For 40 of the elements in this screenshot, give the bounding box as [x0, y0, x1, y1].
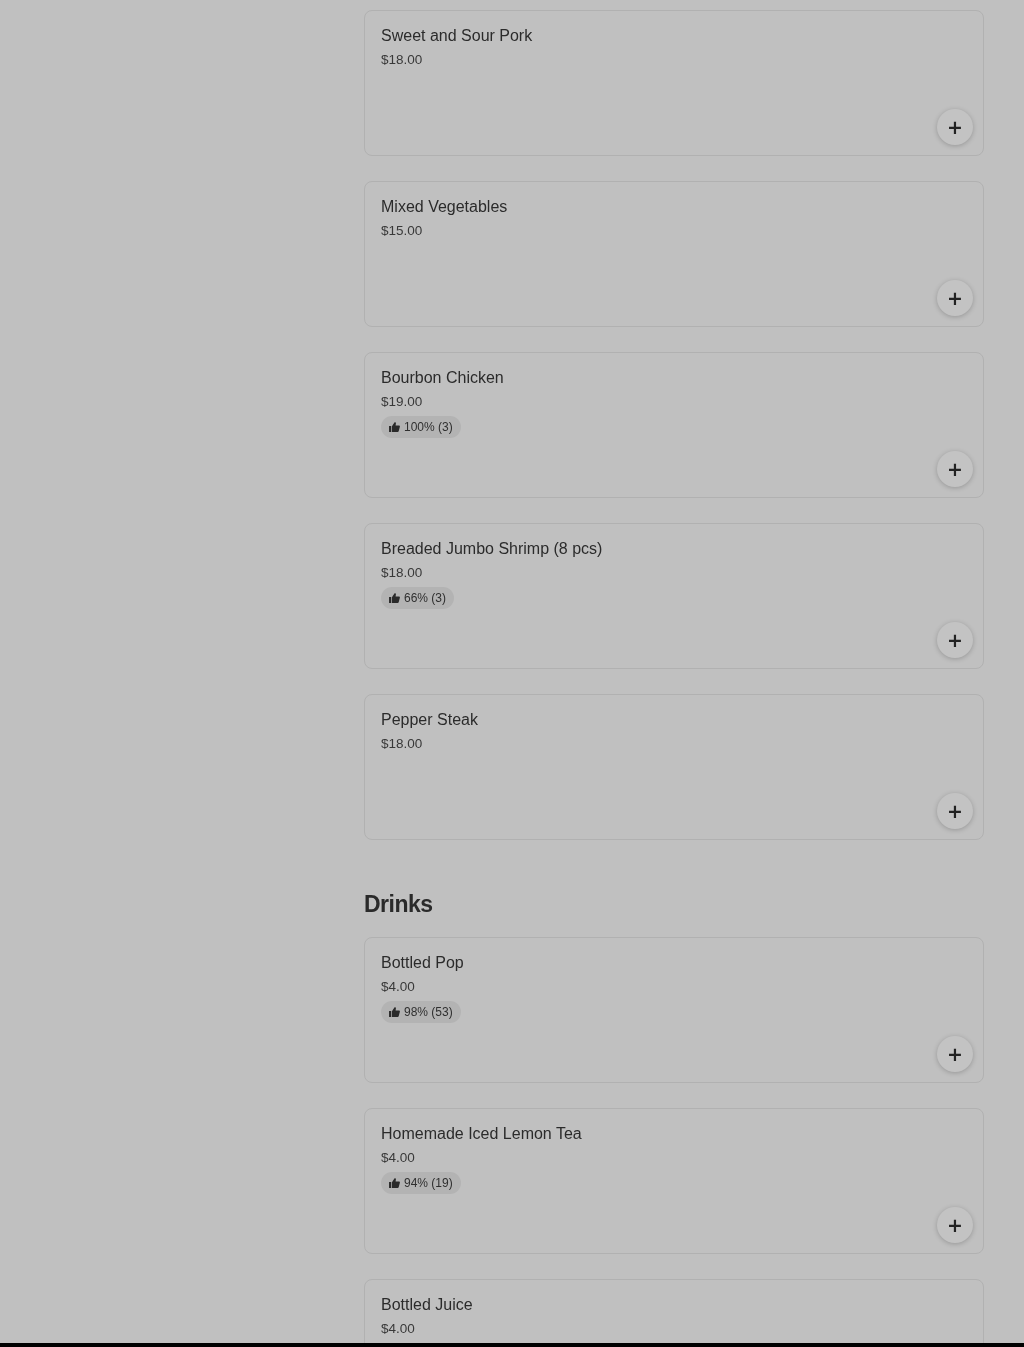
menu-item-card[interactable]: Sweet and Sour Pork $18.00 + [364, 10, 984, 156]
item-name: Homemade Iced Lemon Tea [381, 1124, 582, 1144]
item-price: $4.00 [381, 1320, 415, 1338]
item-name: Breaded Jumbo Shrimp (8 pcs) [381, 539, 603, 559]
menu-item-card[interactable]: Pepper Steak $18.00 + [364, 694, 984, 840]
thumbs-up-icon [389, 422, 400, 432]
item-name: Bourbon Chicken [381, 368, 504, 388]
rating-text: 66% (3) [404, 590, 447, 606]
add-button[interactable]: + [937, 280, 973, 316]
item-name: Pepper Steak [381, 710, 478, 730]
rating-text: 100% (3) [404, 419, 453, 435]
add-button[interactable]: + [937, 793, 973, 829]
item-price: $15.00 [381, 222, 423, 240]
thumbs-up-icon [389, 1178, 400, 1188]
item-price: $4.00 [381, 1149, 415, 1167]
item-price: $18.00 [381, 564, 423, 582]
thumbs-up-icon [389, 593, 400, 603]
rating-text: 98% (53) [404, 1004, 453, 1020]
item-name: Mixed Vegetables [381, 197, 508, 217]
menu-item-card[interactable]: Homemade Iced Lemon Tea $4.00 94% (19) + [364, 1108, 984, 1254]
menu-item-card[interactable]: Breaded Jumbo Shrimp (8 pcs) $18.00 66% (3) + [364, 523, 984, 669]
add-button[interactable]: + [937, 109, 973, 145]
item-price: $4.00 [381, 978, 415, 996]
add-button[interactable]: + [937, 1036, 973, 1072]
item-name: Bottled Pop [381, 953, 464, 973]
item-name: Sweet and Sour Pork [381, 26, 533, 46]
add-button[interactable]: + [937, 451, 973, 487]
add-button[interactable]: + [937, 622, 973, 658]
section-heading: Drinks [364, 890, 434, 919]
rating-text: 94% (19) [404, 1175, 453, 1191]
menu-item-card[interactable]: Bottled Pop $4.00 98% (53) + [364, 937, 984, 1083]
menu-item-card[interactable]: Bourbon Chicken $19.00 100% (3) + [364, 352, 984, 498]
menu-item-card[interactable]: Bottled Juice $4.00 [364, 1279, 984, 1343]
item-name: Bottled Juice [381, 1295, 473, 1315]
item-price: $18.00 [381, 51, 423, 69]
add-button[interactable]: + [937, 1207, 973, 1243]
menu-item-card[interactable]: Mixed Vegetables $15.00 + [364, 181, 984, 327]
thumbs-up-icon [389, 1007, 400, 1017]
item-price: $19.00 [381, 393, 423, 411]
item-price: $18.00 [381, 735, 423, 753]
